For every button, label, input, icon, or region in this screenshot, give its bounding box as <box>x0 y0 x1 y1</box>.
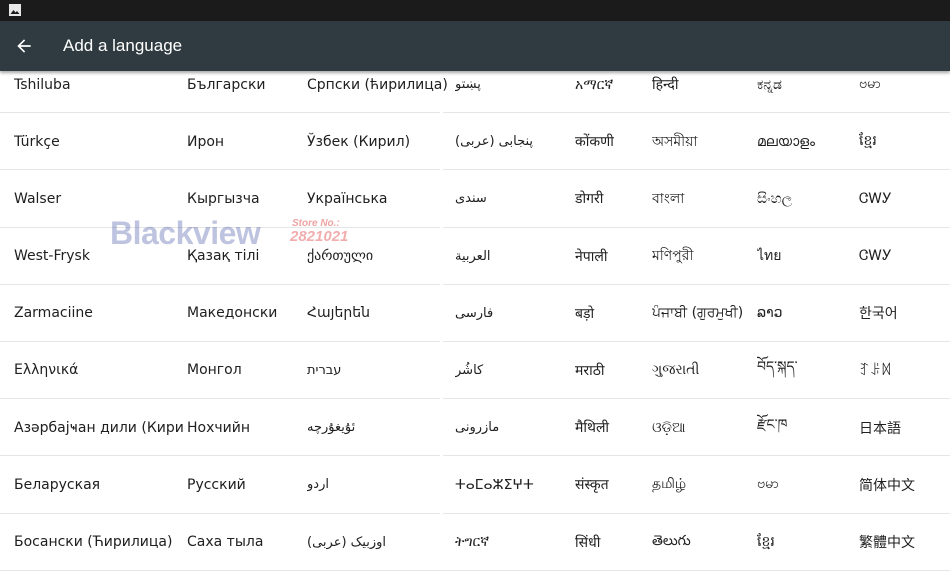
language-item[interactable]: മലയാളം <box>757 113 857 170</box>
language-item[interactable]: Türkçe <box>14 113 184 170</box>
language-item[interactable]: Ελληνικά <box>14 342 184 399</box>
language-item[interactable]: संस्कृत <box>575 456 650 513</box>
language-item[interactable]: Walser <box>14 170 184 227</box>
language-item[interactable]: 日本語 <box>859 399 949 456</box>
language-item[interactable]: Нохчийн <box>187 399 305 456</box>
language-item[interactable]: West-Frysk <box>14 228 184 285</box>
language-item[interactable]: Қазақ тілі <box>187 228 305 285</box>
language-row: Walser Кыргызча Українська سندی डोगरी বাংলা සි… <box>0 170 950 228</box>
language-item[interactable]: සිංහල <box>757 170 857 227</box>
arrow-back-icon <box>17 39 31 53</box>
language-item[interactable]: Ўзбек (Кирил) <box>307 113 452 170</box>
image-icon <box>9 4 21 16</box>
language-item[interactable]: ລາວ <box>757 285 857 342</box>
language-item[interactable]: Հայերեն <box>307 285 452 342</box>
language-item[interactable]: অসমীয়া <box>652 113 754 170</box>
language-item[interactable]: தமிழ் <box>652 456 754 513</box>
language-item[interactable]: डोगरी <box>575 170 650 227</box>
language-item[interactable]: Азәрбајҹан дили (Кирил <box>14 399 184 456</box>
language-row: Ελληνικά Монгол עברית کاشُر मराठी ગુજરાતી བོད་… <box>0 342 950 400</box>
language-grid: Tshiluba Български Српски (ћирилица) پښتو አማ… <box>0 56 950 571</box>
language-item[interactable]: پنجابی (عربی) <box>455 113 573 170</box>
language-item[interactable]: ᏣᎳᎩ <box>859 170 949 227</box>
language-item[interactable]: ئۇيغۇرچە <box>307 399 452 456</box>
language-item[interactable]: 한국어 <box>859 285 949 342</box>
page-title: Add a language <box>63 36 183 55</box>
language-item[interactable]: مازرونی <box>455 399 573 456</box>
language-item[interactable]: ქართული <box>307 228 452 285</box>
language-item[interactable]: کاشُر <box>455 342 573 399</box>
language-item[interactable]: Кыргызча <box>187 170 305 227</box>
app-bar: Add a language <box>0 21 950 71</box>
language-row: Türkçe Ирон Ўзбек (Кирил) پنجابی (عربی) कोंक… <box>0 113 950 171</box>
language-row: West-Frysk Қазақ тілі ქართული العربية नेपाली… <box>0 228 950 285</box>
language-item[interactable]: 简体中文 <box>859 456 949 513</box>
language-row: Беларуская Русский اردو ⵜⴰⵎⴰⵣⵉⵖⵜ संस्कृत தமிழ… <box>0 456 950 514</box>
language-item[interactable]: Українська <box>307 170 452 227</box>
language-item[interactable]: ᏣᎳᎩ <box>859 228 949 285</box>
back-button[interactable] <box>8 30 40 62</box>
language-item[interactable]: मराठी <box>575 342 650 399</box>
language-item[interactable]: ଓଡ଼ିଆ <box>652 399 754 456</box>
language-item[interactable]: ဗမာ <box>757 456 857 513</box>
language-item[interactable]: اردو <box>307 456 452 513</box>
language-item[interactable]: རྫོང་ཁ <box>757 399 857 456</box>
language-item[interactable]: कोंकणी <box>575 113 650 170</box>
language-item[interactable]: فارسی <box>455 285 573 342</box>
language-item[interactable]: मैथिली <box>575 399 650 456</box>
language-item[interactable]: العربية <box>455 228 573 285</box>
language-row: Босански (Ћирилица) Саха тыла اوزبیک (عربی… <box>0 514 950 571</box>
language-item[interactable]: ગુજરાતી <box>652 342 754 399</box>
language-item[interactable]: Беларуская <box>14 456 184 513</box>
language-item[interactable]: Zarmaciine <box>14 285 184 342</box>
language-item[interactable]: Ирон <box>187 113 305 170</box>
language-item[interactable]: মণিপুরী <box>652 228 754 285</box>
language-item[interactable]: Монгол <box>187 342 305 399</box>
language-item[interactable]: ⵜⴰⵎⴰⵣⵉⵖⵜ <box>455 456 573 513</box>
language-item[interactable]: עברית <box>307 342 452 399</box>
language-item[interactable]: ਪੰਜਾਬੀ (ਗੁਰਮੁਖੀ) <box>652 285 754 342</box>
language-row: Zarmaciine Македонски Հայերեն فارسی बड़ो ਪੰਜਾ… <box>0 285 950 342</box>
language-item[interactable]: ខ្មែរ <box>859 113 949 170</box>
status-bar <box>0 0 950 21</box>
language-item[interactable]: Македонски <box>187 285 305 342</box>
language-item[interactable]: سندی <box>455 170 573 227</box>
language-item[interactable]: बड़ो <box>575 285 650 342</box>
language-item[interactable]: ꆈꌠꉙ <box>859 342 949 399</box>
language-row: Азәрбајҹан дили (Кирил Нохчийн ئۇيغۇرچە ماز… <box>0 399 950 457</box>
language-item[interactable]: ไทย <box>757 228 857 285</box>
language-item[interactable]: नेपाली <box>575 228 650 285</box>
language-item[interactable]: বাংলা <box>652 170 754 227</box>
language-item[interactable]: བོད་སྐད་ <box>757 342 857 399</box>
language-item[interactable]: Русский <box>187 456 305 513</box>
